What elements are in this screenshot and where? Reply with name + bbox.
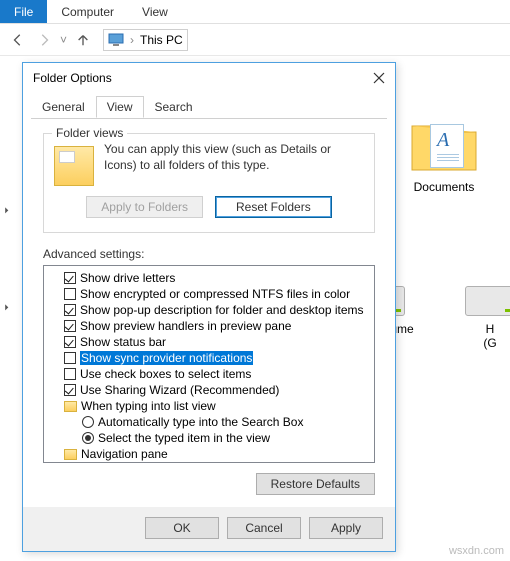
folder-views-group: Folder views You can apply this view (su… — [43, 133, 375, 233]
chevron-right-icon: › — [130, 33, 134, 47]
documents-label: Documents — [408, 180, 480, 194]
apply-to-folders-button: Apply to Folders — [86, 196, 203, 218]
setting-row[interactable]: Use Sharing Wizard (Recommended) — [46, 382, 372, 398]
radio-icon[interactable] — [82, 432, 94, 444]
radio-icon[interactable] — [82, 416, 94, 428]
setting-label: Navigation pane — [81, 447, 168, 461]
setting-row[interactable]: Show pop-up description for folder and d… — [46, 302, 372, 318]
checkbox-icon[interactable] — [64, 384, 76, 396]
nav-toolbar: ˅ › This PC — [0, 24, 510, 56]
cancel-button[interactable]: Cancel — [227, 517, 301, 539]
close-icon[interactable] — [373, 72, 385, 84]
setting-row[interactable]: Navigation pane — [46, 446, 372, 462]
tab-general[interactable]: General — [31, 96, 96, 118]
drive-g-label-a: H — [450, 322, 510, 336]
folder-views-icon — [54, 146, 94, 186]
setting-label: When typing into list view — [81, 399, 216, 413]
content-area: ⯈⯈ Documents New Volume (F:) H (G Folder… — [0, 56, 510, 561]
setting-row[interactable]: Show preview handlers in preview pane — [46, 318, 372, 334]
setting-row[interactable]: Show encrypted or compressed NTFS files … — [46, 286, 372, 302]
folder-views-legend: Folder views — [52, 126, 127, 140]
checkbox-icon[interactable] — [64, 320, 76, 332]
setting-row[interactable]: When typing into list view — [46, 398, 372, 414]
folder-views-text: You can apply this view (such as Details… — [104, 142, 364, 186]
setting-label: Use Sharing Wizard (Recommended) — [80, 383, 279, 397]
reset-folders-button[interactable]: Reset Folders — [215, 196, 332, 218]
ribbon: File Computer View — [0, 0, 510, 24]
tree-expand-icon[interactable]: ⯈⯈ — [2, 206, 11, 316]
apply-button[interactable]: Apply — [309, 517, 383, 539]
up-icon[interactable] — [73, 30, 93, 50]
checkbox-icon[interactable] — [64, 352, 76, 364]
documents-folder-item[interactable]: Documents — [408, 116, 480, 194]
this-pc-icon — [108, 33, 124, 47]
setting-row[interactable]: Show status bar — [46, 334, 372, 350]
address-text: This PC — [140, 33, 183, 47]
watermark: wsxdn.com — [449, 545, 504, 557]
ribbon-tab-file[interactable]: File — [0, 0, 47, 23]
setting-label: Show drive letters — [80, 271, 175, 285]
setting-label: Show preview handlers in preview pane — [80, 319, 291, 333]
ok-button[interactable]: OK — [145, 517, 219, 539]
setting-label: Use check boxes to select items — [80, 367, 251, 381]
setting-row[interactable]: Select the typed item in the view — [46, 430, 372, 446]
recent-dropdown-icon[interactable]: ˅ — [60, 33, 67, 47]
setting-label: Automatically type into the Search Box — [98, 415, 303, 429]
ribbon-tab-computer[interactable]: Computer — [47, 0, 128, 23]
tab-panel-view: Folder views You can apply this view (su… — [31, 118, 387, 507]
setting-label: Show encrypted or compressed NTFS files … — [80, 287, 350, 301]
drive-g-item[interactable]: H (G — [450, 286, 510, 350]
checkbox-icon[interactable] — [64, 288, 76, 300]
setting-row[interactable]: Use check boxes to select items — [46, 366, 372, 382]
checkbox-icon[interactable] — [64, 336, 76, 348]
address-bar[interactable]: › This PC — [103, 29, 188, 51]
drive-g-label-b: (G — [450, 336, 510, 350]
back-icon[interactable] — [8, 30, 28, 50]
dialog-titlebar: Folder Options — [23, 63, 395, 92]
checkbox-icon[interactable] — [64, 304, 76, 316]
setting-row[interactable]: Show sync provider notifications — [46, 350, 372, 366]
drive-icon — [465, 286, 510, 316]
setting-label: Show pop-up description for folder and d… — [80, 303, 364, 317]
setting-label: Show sync provider notifications — [80, 351, 253, 365]
folder-icon — [64, 401, 77, 412]
setting-label: Select the typed item in the view — [98, 431, 270, 445]
dialog-button-row: OK Cancel Apply — [23, 507, 395, 551]
checkbox-icon[interactable] — [64, 368, 76, 380]
dialog-title: Folder Options — [33, 71, 112, 85]
checkbox-icon[interactable] — [64, 272, 76, 284]
folder-icon — [64, 449, 77, 460]
setting-label: Show status bar — [80, 335, 166, 349]
setting-row[interactable]: Automatically type into the Search Box — [46, 414, 372, 430]
ribbon-tab-view[interactable]: View — [128, 0, 182, 23]
tab-search[interactable]: Search — [144, 96, 204, 118]
tab-view[interactable]: View — [96, 96, 144, 118]
advanced-settings-label: Advanced settings: — [43, 247, 375, 261]
advanced-settings-list[interactable]: Show drive letters Show encrypted or comp… — [43, 265, 375, 463]
restore-defaults-button[interactable]: Restore Defaults — [256, 473, 375, 495]
tab-strip: General View Search — [23, 92, 395, 118]
setting-row[interactable]: Show drive letters — [46, 270, 372, 286]
forward-icon[interactable] — [34, 30, 54, 50]
folder-options-dialog: Folder Options General View Search Folde… — [22, 62, 396, 552]
